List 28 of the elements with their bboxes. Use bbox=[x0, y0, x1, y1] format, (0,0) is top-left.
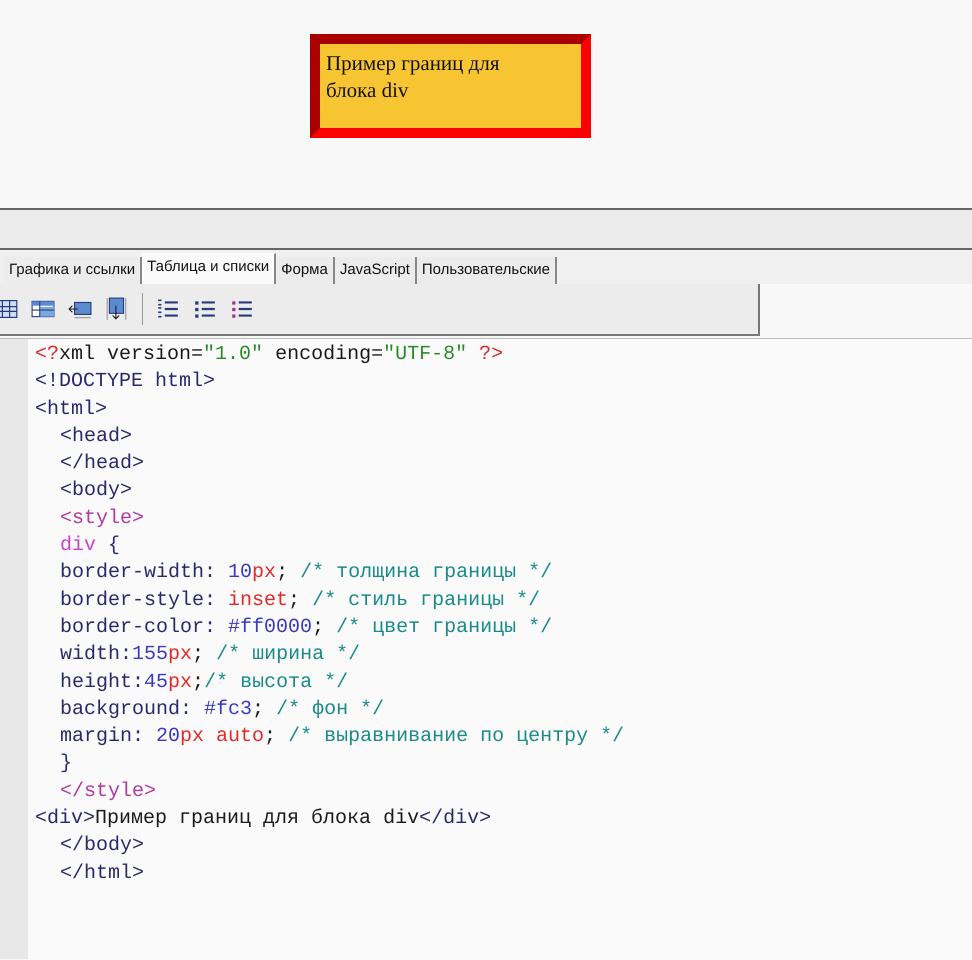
code-line: <head> bbox=[59, 424, 132, 450]
code-line: width:155px; /* ширина */ bbox=[59, 642, 360, 668]
code-line: height:45px;/* высота */ bbox=[59, 670, 348, 696]
demo-box: Пример границ для блока div bbox=[310, 34, 591, 138]
tab[interactable]: Форма bbox=[276, 257, 335, 284]
code-line: </style> bbox=[59, 778, 156, 805]
code-line: <?xml version="1.0" encoding="UTF-8" ?> bbox=[35, 342, 504, 368]
code-line: <html> bbox=[35, 396, 108, 423]
code-line: </head> bbox=[59, 451, 144, 478]
table-icon[interactable] bbox=[0, 297, 18, 321]
tab[interactable]: Таблица и списки bbox=[142, 253, 276, 284]
code-line: </html> bbox=[59, 860, 144, 887]
insert-row-icon[interactable] bbox=[105, 297, 129, 321]
code-line: </body> bbox=[59, 833, 144, 860]
code-line: } bbox=[59, 751, 72, 778]
tab[interactable]: Пользовательские bbox=[416, 257, 557, 284]
code-line: div { bbox=[59, 533, 120, 560]
code-line: <style> bbox=[59, 506, 144, 532]
code-line: <div>Пример границ для блока div</div> bbox=[35, 806, 492, 832]
code-line: <!DOCTYPE html> bbox=[35, 369, 216, 396]
code-line: <body> bbox=[59, 478, 132, 504]
code-line: margin: 20px auto; /* выравнивание по центру */ bbox=[59, 724, 624, 750]
code-line: border-style: inset; /* стиль границы */ bbox=[59, 588, 540, 614]
code-line: border-color: #ff0000; /* цвет границы */ bbox=[59, 614, 552, 641]
code-line: border-width: 10px; /* толщина границы */ bbox=[59, 560, 552, 586]
tab[interactable]: Графика и ссылки bbox=[4, 257, 142, 284]
tab[interactable]: JavaScript bbox=[334, 257, 417, 284]
code-line: background: #fc3; /* фон */ bbox=[59, 696, 384, 723]
